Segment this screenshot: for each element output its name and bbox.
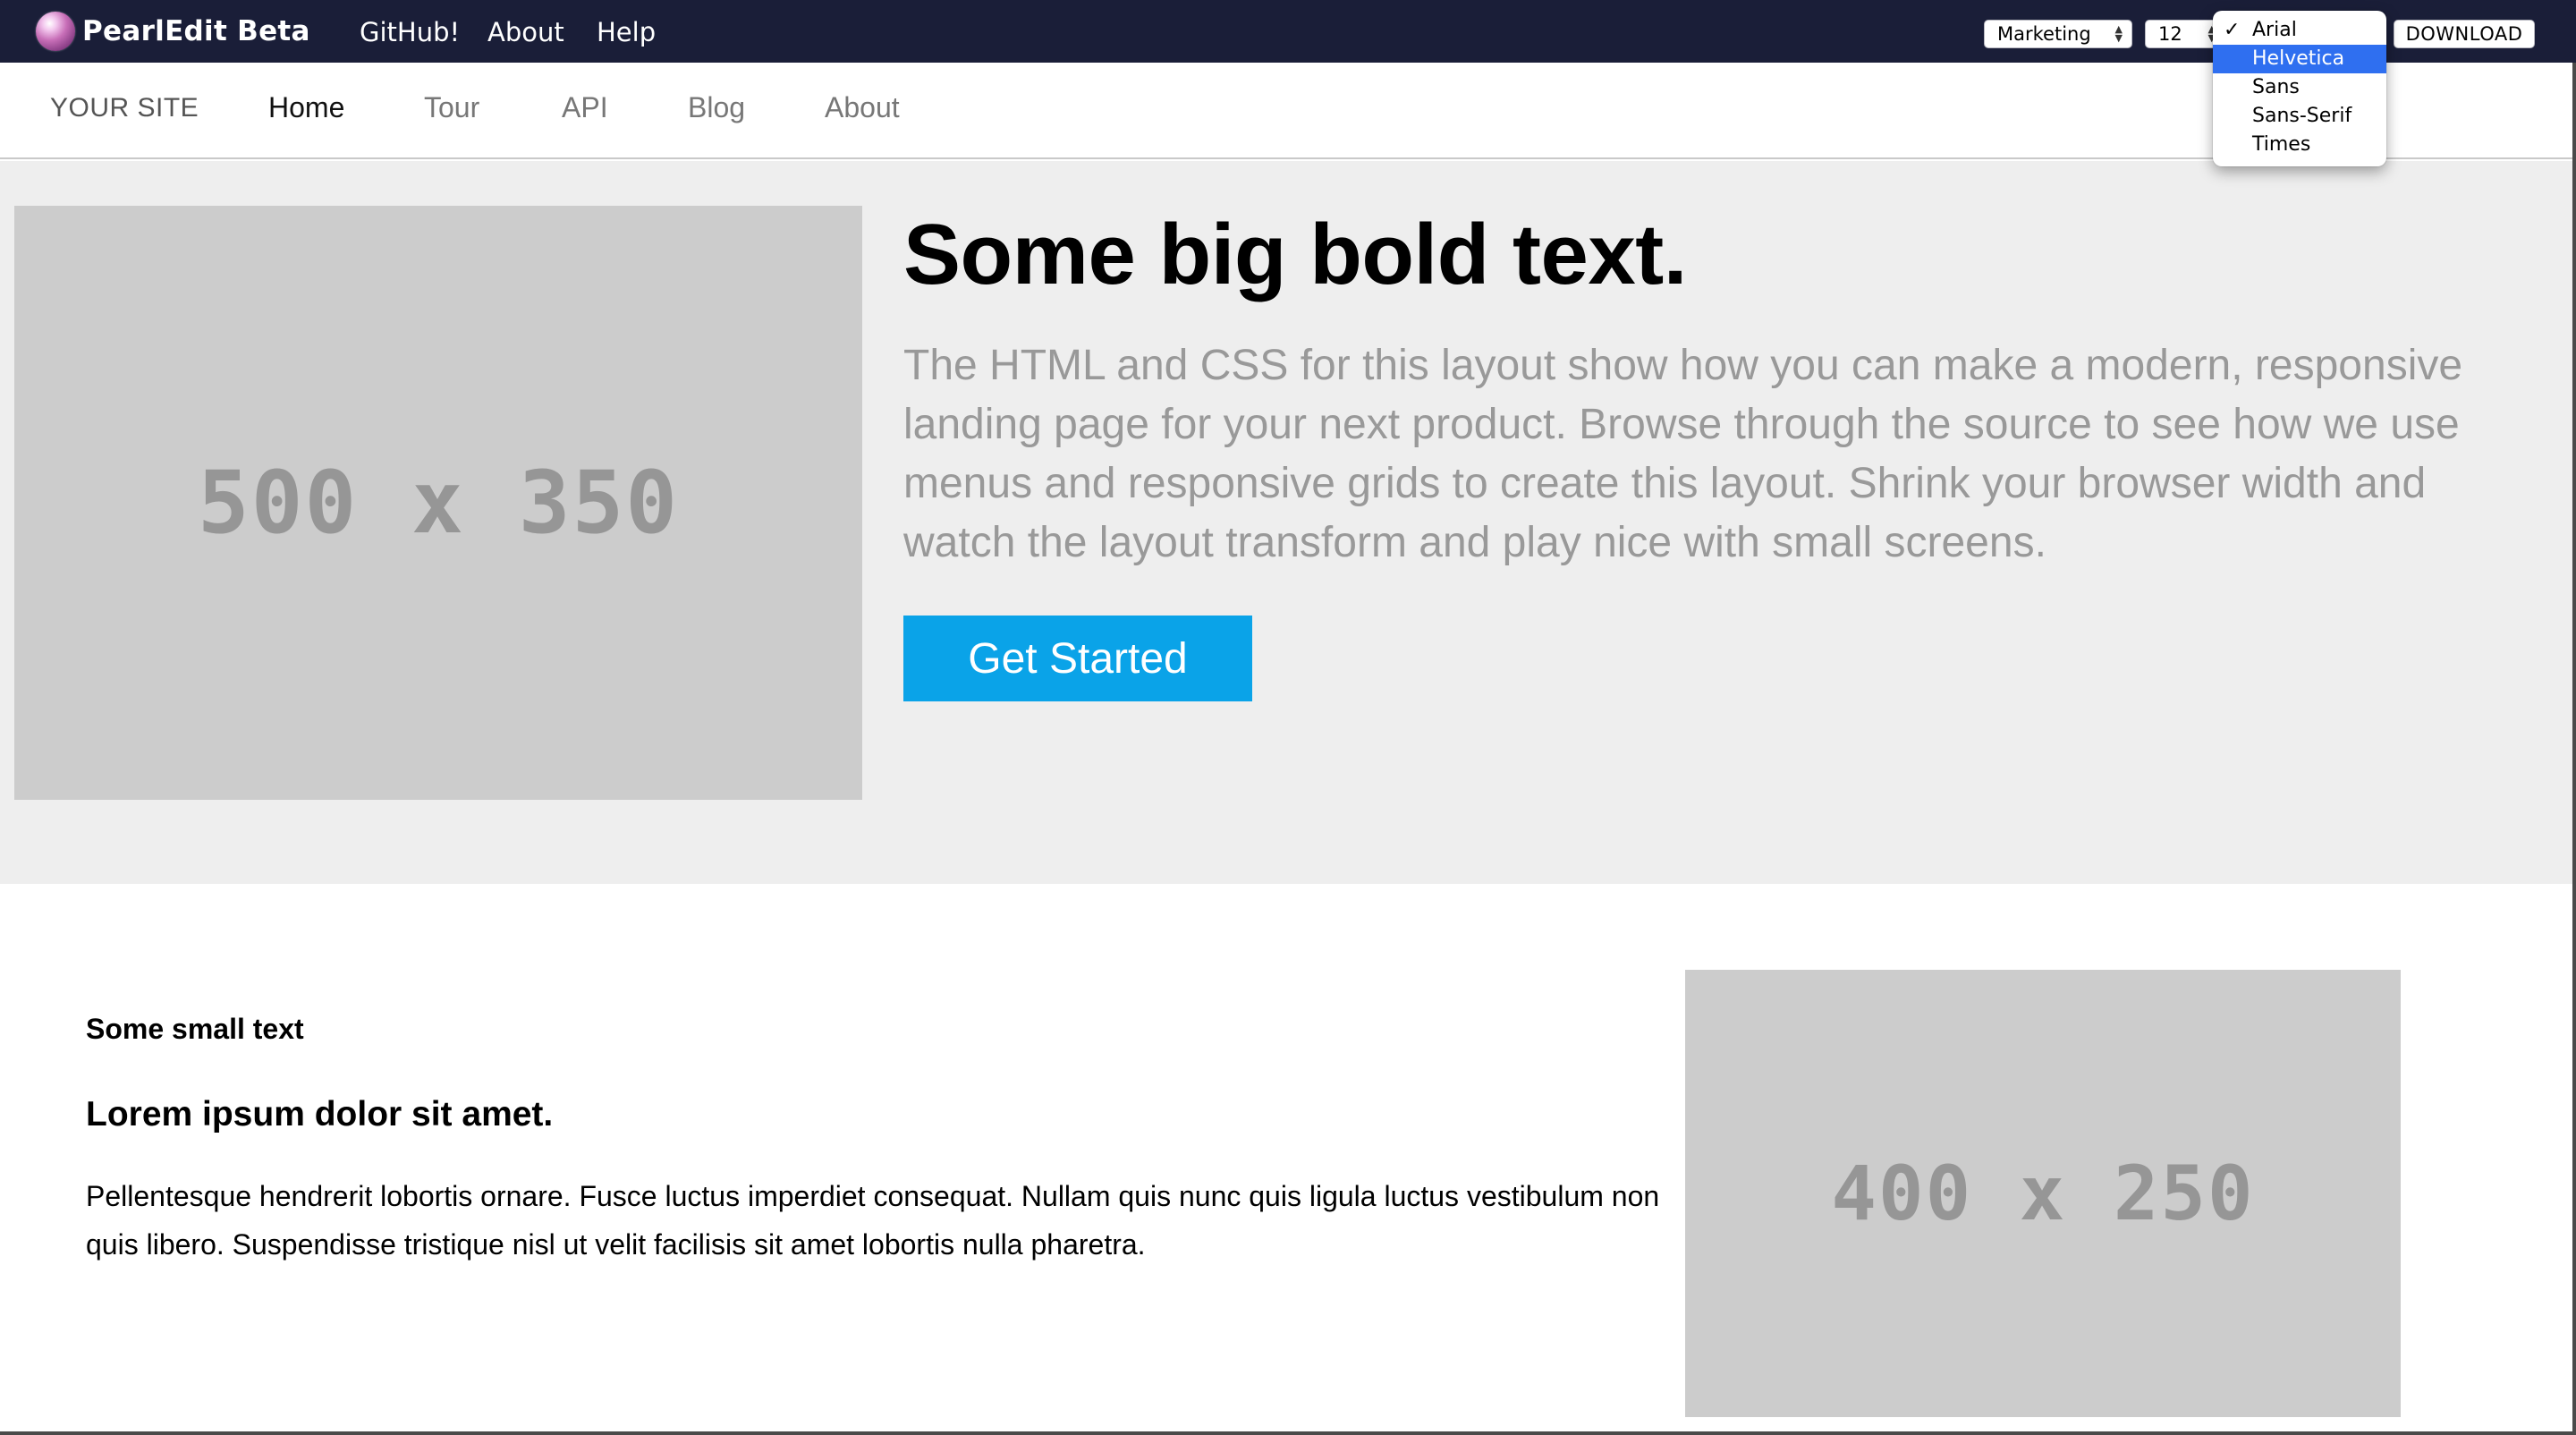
app-toolbar: PearlEdit Beta GitHub! About Help Market…: [0, 0, 2576, 63]
get-started-button[interactable]: Get Started: [903, 616, 1252, 701]
font-family-dropdown[interactable]: ✓ Arial Helvetica Sans Sans-Serif Times: [2213, 11, 2386, 166]
app-nav-github[interactable]: GitHub!: [360, 17, 460, 47]
app-name: PearlEdit Beta: [82, 15, 310, 47]
font-option-sans[interactable]: Sans: [2213, 73, 2386, 102]
font-option-sans-serif[interactable]: Sans-Serif: [2213, 102, 2386, 131]
app-nav-help[interactable]: Help: [597, 17, 656, 47]
site-nav: YOUR SITE Home Tour API Blog About: [0, 63, 2572, 159]
app-brand[interactable]: PearlEdit Beta: [36, 11, 310, 52]
download-button[interactable]: DOWNLOAD: [2394, 20, 2535, 48]
window-edge-right: [2572, 63, 2576, 1435]
font-size-value: 12: [2158, 23, 2182, 45]
small-text: Some small text: [86, 1013, 304, 1045]
site-nav-api[interactable]: API: [562, 91, 608, 124]
app-nav-about[interactable]: About: [487, 17, 564, 47]
content-heading: Lorem ipsum dolor sit amet.: [86, 1095, 554, 1134]
font-option-helvetica[interactable]: Helvetica: [2213, 45, 2386, 73]
window-edge-bottom: [0, 1431, 2576, 1435]
font-option-arial[interactable]: ✓ Arial: [2213, 16, 2386, 45]
pearl-logo-icon: [36, 12, 75, 51]
template-select[interactable]: Marketing ▲ ▼: [1984, 20, 2132, 48]
select-arrows-icon: ▲ ▼: [2114, 23, 2123, 44]
site-nav-home[interactable]: Home: [268, 91, 344, 124]
hero-description: The HTML and CSS for this layout show ho…: [903, 342, 2463, 566]
site-nav-tour[interactable]: Tour: [424, 91, 479, 124]
site-brand[interactable]: YOUR SITE: [50, 93, 199, 123]
template-select-value: Marketing: [1997, 23, 2091, 45]
hero-section: 500 x 350 Some big bold text. The HTML a…: [0, 161, 2572, 884]
checkmark-icon: ✓: [2224, 19, 2241, 41]
font-option-times[interactable]: Times: [2213, 131, 2386, 159]
content-section: Some small text Lorem ipsum dolor sit am…: [0, 884, 2572, 1435]
site-nav-blog[interactable]: Blog: [688, 91, 745, 124]
content-image-placeholder: 400 x 250: [1685, 970, 2401, 1417]
content-paragraph: Pellentesque hendrerit lobortis ornare. …: [86, 1180, 1660, 1261]
site-nav-about[interactable]: About: [825, 91, 900, 124]
hero-image-placeholder: 500 x 350: [14, 206, 862, 800]
hero-title: Some big bold text.: [903, 207, 1687, 302]
